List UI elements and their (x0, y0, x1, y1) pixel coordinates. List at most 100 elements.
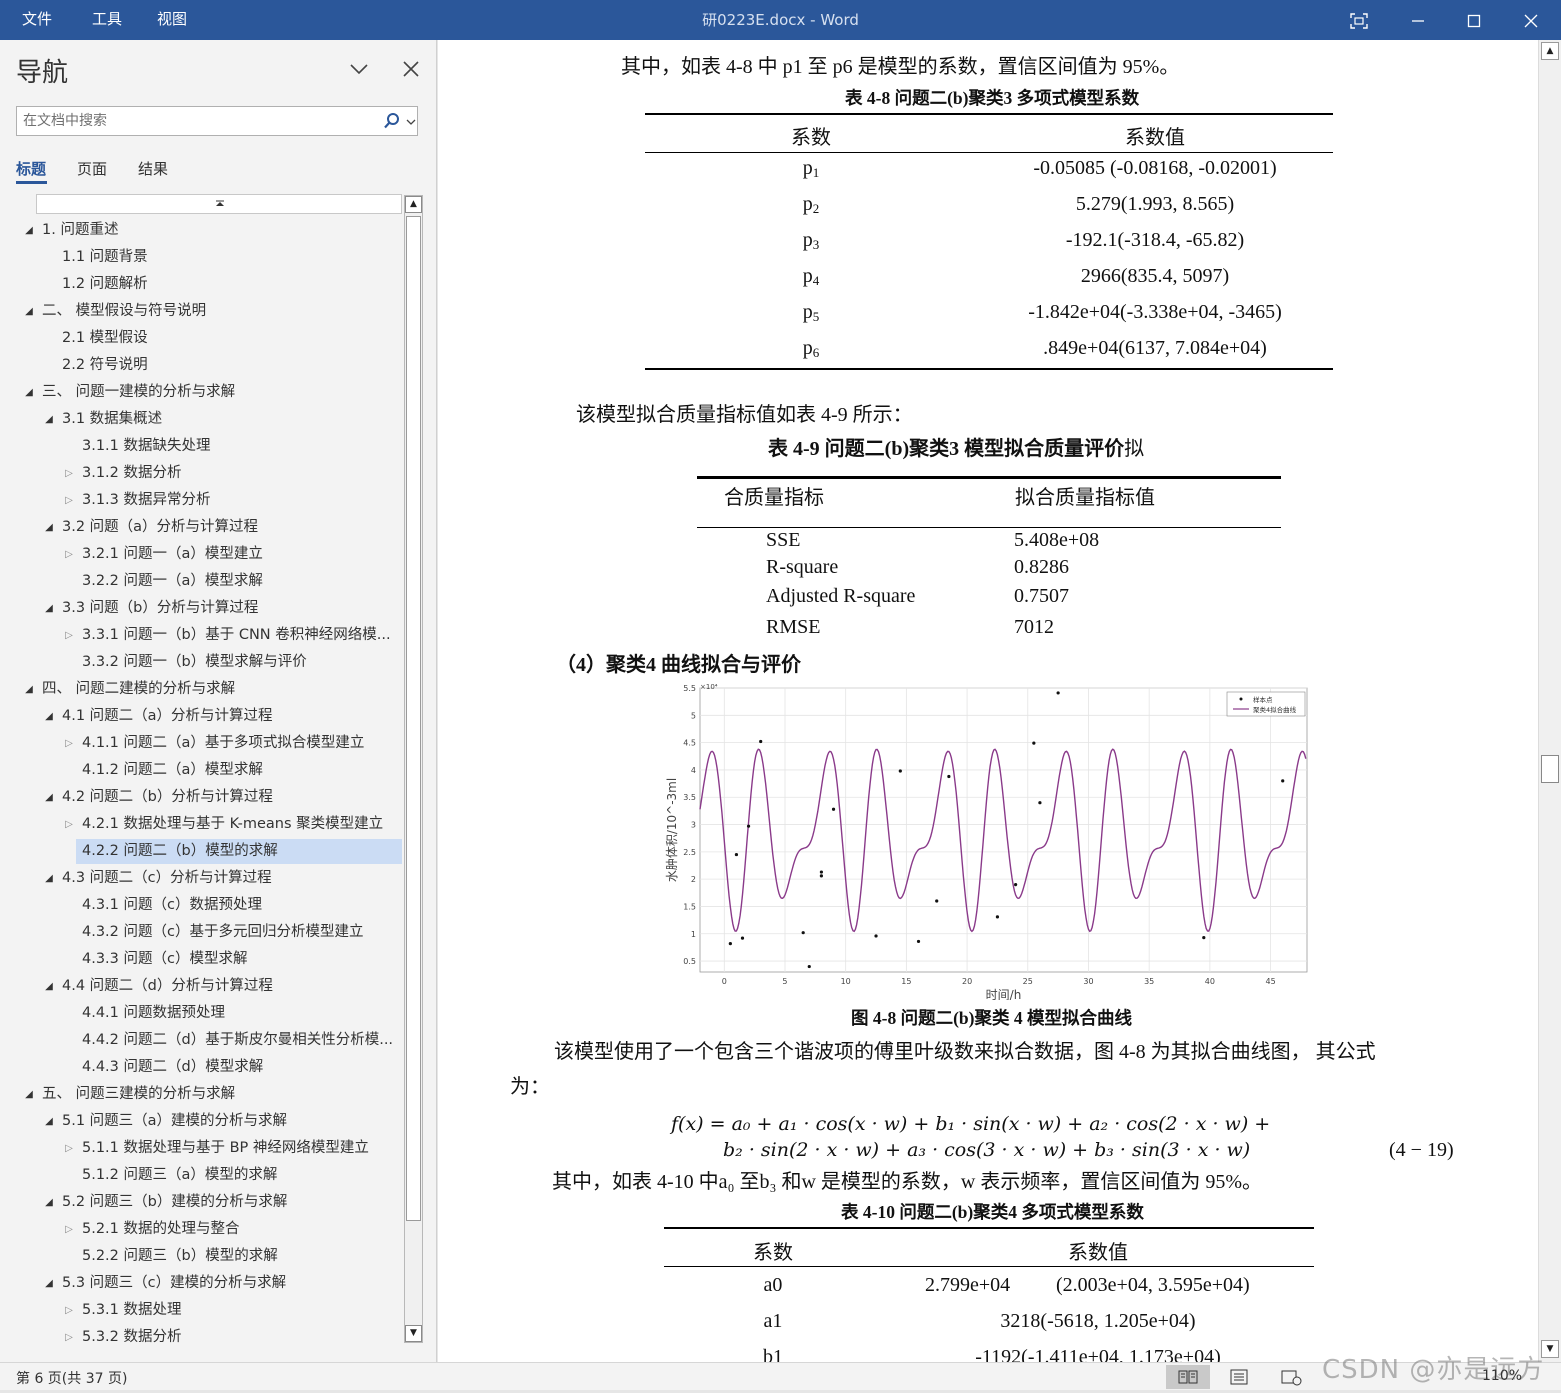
nav-heading-item[interactable]: ▷ 5.1.1 数据处理与基于 BP 神经网络模型建立 (14, 1136, 402, 1161)
read-mode-icon[interactable] (1166, 1365, 1210, 1389)
nav-heading-item[interactable]: ◢ 3.2 问题（a）分析与计算过程 (14, 515, 402, 540)
collapse-triangle-icon[interactable]: ◢ (42, 515, 56, 540)
collapse-triangle-icon[interactable]: ◢ (42, 407, 56, 432)
expand-triangle-icon[interactable]: ▷ (62, 461, 76, 486)
nav-heading-item[interactable]: ▷ 3.1.3 数据异常分析 (14, 488, 402, 513)
nav-heading-item[interactable]: ▷ 4.2.1 数据处理与基于 K-means 聚类模型建立 (14, 812, 402, 837)
nav-heading-item[interactable]: 2.2 符号说明 (14, 353, 402, 378)
collapse-triangle-icon[interactable]: ◢ (42, 785, 56, 810)
collapse-triangle-icon[interactable]: ◢ (22, 218, 36, 243)
nav-heading-item[interactable]: ▷ 5.3.1 数据处理 (14, 1298, 402, 1323)
document-scrollbar[interactable]: ▲ ▼ (1538, 40, 1561, 1362)
nav-heading-item[interactable]: 3.3.2 问题一（b）模型求解与评价 (14, 650, 402, 675)
nav-heading-item[interactable]: ◢ 3.3 问题（b）分析与计算过程 (14, 596, 402, 621)
menu-tools[interactable]: 工具 (92, 0, 122, 40)
collapse-triangle-icon[interactable]: ◢ (42, 596, 56, 621)
status-bar: 第 6 页(共 37 页) CSDN @亦是远方 110% (0, 1355, 1561, 1390)
collapse-triangle-icon[interactable]: ◢ (22, 1082, 36, 1107)
expand-triangle-icon[interactable]: ▷ (62, 812, 76, 837)
web-layout-icon[interactable] (1268, 1365, 1312, 1389)
chevron-down-icon[interactable] (346, 56, 372, 82)
nav-heading-item[interactable]: 4.4.2 问题二（d）基于斯皮尔曼相关性分析模... (14, 1028, 402, 1053)
nav-heading-item[interactable]: 4.3.1 问题（c）数据预处理 (14, 893, 402, 918)
expand-triangle-icon[interactable]: ▷ (62, 731, 76, 756)
print-layout-icon[interactable] (1217, 1365, 1261, 1389)
nav-heading-item[interactable]: 3.2.2 问题一（a）模型求解 (14, 569, 402, 594)
search-input[interactable] (23, 111, 373, 131)
expand-triangle-icon[interactable]: ▷ (62, 542, 76, 567)
search-icon[interactable] (383, 112, 401, 130)
collapse-triangle-icon[interactable]: ◢ (42, 1109, 56, 1134)
expand-triangle-icon[interactable]: ▷ (62, 1325, 76, 1350)
search-box[interactable] (16, 106, 418, 136)
nav-heading-item[interactable]: 1.2 问题解析 (14, 272, 402, 297)
nav-heading-item[interactable]: ▷ 3.3.1 问题一（b）基于 CNN 卷积神经网络模... (14, 623, 402, 648)
menu-view[interactable]: 视图 (157, 0, 187, 40)
nav-heading-item[interactable]: ▷ 5.3.2 数据分析 (14, 1325, 402, 1350)
document-area[interactable]: 其中，如表 4-8 中 p1 至 p6 是模型的系数，置信区间值为 95%。 表… (438, 40, 1538, 1362)
collapse-triangle-icon[interactable]: ◢ (42, 704, 56, 729)
nav-scrollbar-thumb[interactable] (406, 216, 421, 1221)
collapse-triangle-icon[interactable]: ◢ (42, 1190, 56, 1215)
collapse-triangle-icon[interactable]: ◢ (42, 1271, 56, 1296)
nav-scrollbar[interactable]: ▲ ▼ (404, 195, 423, 1343)
nav-heading-item[interactable]: ◢ 5.3 问题三（c）建模的分析与求解 (14, 1271, 402, 1296)
nav-heading-item[interactable]: ▷ 3.1.2 数据分析 (14, 461, 402, 486)
nav-heading-item[interactable]: 2.1 模型假设 (14, 326, 402, 351)
collapse-triangle-icon[interactable]: ◢ (42, 974, 56, 999)
tab-headings[interactable]: 标题 (16, 158, 46, 179)
nav-heading-item[interactable]: ▷ 3.2.1 问题一（a）模型建立 (14, 542, 402, 567)
page-count[interactable]: 第 6 页(共 37 页) (16, 1368, 127, 1388)
nav-heading-item[interactable]: 4.3.3 问题（c）模型求解 (14, 947, 402, 972)
chevron-down-icon[interactable] (405, 114, 417, 130)
scroll-down-icon[interactable]: ▼ (405, 1325, 422, 1342)
expand-triangle-icon[interactable]: ▷ (62, 1298, 76, 1323)
expand-triangle-icon[interactable]: ▷ (62, 1136, 76, 1161)
nav-heading-item[interactable]: ◢ 5.1 问题三（a）建模的分析与求解 (14, 1109, 402, 1134)
document-scrollbar-thumb[interactable] (1541, 755, 1559, 783)
collapse-triangle-icon[interactable]: ◢ (42, 866, 56, 891)
nav-heading-item[interactable]: ▷ 5.2.1 数据的处理与整合 (14, 1217, 402, 1242)
collapse-triangle-icon[interactable]: ◢ (22, 677, 36, 702)
tab-results[interactable]: 结果 (138, 158, 168, 179)
collapse-triangle-icon[interactable]: ◢ (22, 380, 36, 405)
nav-heading-item[interactable]: ◢ 5.2 问题三（b）建模的分析与求解 (14, 1190, 402, 1215)
nav-heading-item[interactable]: ◢ 二、 模型假设与符号说明 (14, 299, 402, 324)
scroll-up-icon[interactable]: ▲ (405, 196, 422, 213)
nav-heading-item[interactable]: 5.2.2 问题三（b）模型的求解 (14, 1244, 402, 1269)
nav-heading-item[interactable]: ▷ 4.1.1 问题二（a）基于多项式拟合模型建立 (14, 731, 402, 756)
document-page[interactable]: 其中，如表 4-8 中 p1 至 p6 是模型的系数，置信区间值为 95%。 表… (443, 40, 1533, 1362)
focus-mode-icon[interactable] (1336, 0, 1382, 40)
nav-heading-item[interactable]: ◢ 1. 问题重述 (14, 218, 402, 243)
nav-heading-item[interactable]: ◢ 4.1 问题二（a）分析与计算过程 (14, 704, 402, 729)
table-cell: 7012 (1014, 616, 1054, 638)
nav-heading-item[interactable]: 5.1.2 问题三（a）模型的求解 (14, 1163, 402, 1188)
expand-triangle-icon[interactable]: ▷ (62, 1217, 76, 1242)
nav-heading-item[interactable]: ◢ 3.1 数据集概述 (14, 407, 402, 432)
nav-heading-item[interactable]: 4.4.3 问题二（d）模型求解 (14, 1055, 402, 1080)
nav-heading-item[interactable]: 1.1 问题背景 (14, 245, 402, 270)
nav-heading-item[interactable]: 4.4.1 问题数据预处理 (14, 1001, 402, 1026)
nav-heading-item[interactable]: ◢ 五、 问题三建模的分析与求解 (14, 1082, 402, 1107)
scroll-up-icon[interactable]: ▲ (1541, 42, 1559, 60)
nav-heading-item[interactable]: 3.1.1 数据缺失处理 (14, 434, 402, 459)
nav-heading-item[interactable]: ◢ 4.3 问题二（c）分析与计算过程 (14, 866, 402, 891)
nav-heading-item[interactable]: ◢ 4.4 问题二（d）分析与计算过程 (14, 974, 402, 999)
nav-heading-item[interactable]: ◢ 4.2 问题二（b）分析与计算过程 (14, 785, 402, 810)
expand-triangle-icon[interactable]: ▷ (62, 488, 76, 513)
tree-scroll-top-button[interactable] (36, 194, 402, 214)
expand-triangle-icon[interactable]: ▷ (62, 623, 76, 648)
nav-heading-item[interactable]: ◢ 三、 问题一建模的分析与求解 (14, 380, 402, 405)
collapse-triangle-icon[interactable]: ◢ (22, 299, 36, 324)
close-icon[interactable] (398, 56, 424, 82)
nav-heading-item[interactable]: 4.3.2 问题（c）基于多元回归分析模型建立 (14, 920, 402, 945)
minimize-button[interactable] (1395, 0, 1441, 40)
zoom-level[interactable]: 110% (1482, 1368, 1522, 1384)
nav-heading-item[interactable]: ◢ 四、 问题二建模的分析与求解 (14, 677, 402, 702)
close-button[interactable] (1508, 0, 1554, 40)
maximize-button[interactable] (1451, 0, 1497, 40)
menu-file[interactable]: 文件 (22, 0, 52, 40)
tab-pages[interactable]: 页面 (77, 158, 107, 179)
nav-heading-item[interactable]: ▷4.2.2 问题二（b）模型的求解 (76, 839, 402, 864)
nav-heading-item[interactable]: 4.1.2 问题二（a）模型求解 (14, 758, 402, 783)
